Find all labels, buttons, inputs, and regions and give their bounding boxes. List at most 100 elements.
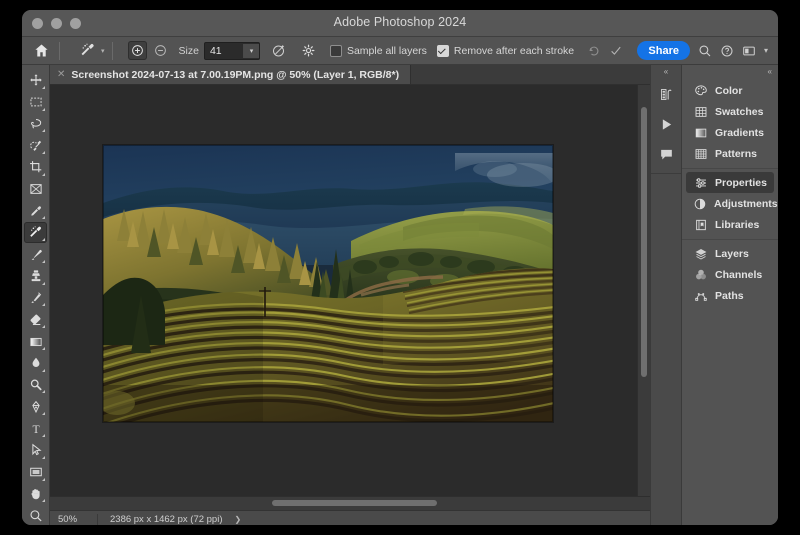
- hand-tool[interactable]: [24, 484, 47, 505]
- divider: [111, 41, 113, 60]
- paths-bezier-icon: [693, 288, 708, 303]
- dock-panel-list: « Color Swatches Gradients Patterns Prop…: [682, 65, 778, 525]
- gear-icon[interactable]: [298, 40, 320, 61]
- spot-healing-brush-tool[interactable]: [24, 222, 47, 244]
- panel-item-adjustments[interactable]: Adjustments: [686, 193, 778, 214]
- panel-item-layers[interactable]: Layers: [686, 243, 774, 264]
- subtract-from-selection-icon[interactable]: [151, 41, 170, 60]
- right-dock: « « Color Swatches Gradients Patterns Pr…: [650, 65, 778, 525]
- landscape-photo: [103, 145, 553, 422]
- panel-group-properties: Properties Adjustments Libraries: [682, 168, 778, 239]
- tab-bar-filler: [411, 65, 650, 84]
- dock-icon-rail: «: [651, 65, 682, 525]
- comments-panel-icon[interactable]: [653, 141, 679, 167]
- panel-item-label: Adjustments: [714, 197, 778, 210]
- title-bar: Adobe Photoshop 2024: [22, 10, 778, 37]
- sample-all-layers-label: Sample all layers: [346, 44, 427, 57]
- horizontal-scrollbar[interactable]: [50, 496, 650, 510]
- size-value: 41: [209, 44, 222, 57]
- eraser-tool[interactable]: [24, 309, 47, 330]
- blur-tool[interactable]: [24, 353, 47, 374]
- document-tab-bar: ✕ Screenshot 2024-07-13 at 7.00.19PM.png…: [50, 65, 650, 85]
- options-bar-right: Share ▾: [637, 41, 768, 60]
- path-selection-tool[interactable]: [24, 440, 47, 461]
- tools-panel: T: [22, 65, 50, 525]
- workspace-switcher-icon[interactable]: [742, 44, 756, 58]
- eyedropper-tool[interactable]: [24, 201, 47, 222]
- size-input[interactable]: 41 ▾: [203, 41, 260, 60]
- crop-tool[interactable]: [24, 157, 47, 178]
- remove-after-each-stroke-checkbox[interactable]: Remove after each stroke: [436, 44, 574, 57]
- dodge-tool[interactable]: [24, 375, 47, 396]
- panel-item-swatches[interactable]: Swatches: [686, 101, 774, 122]
- object-selection-tool[interactable]: [24, 135, 47, 156]
- pen-tool[interactable]: [24, 396, 47, 417]
- share-button[interactable]: Share: [637, 41, 690, 60]
- rectangle-tool[interactable]: [24, 462, 47, 483]
- panel-item-color[interactable]: Color: [686, 80, 774, 101]
- brush-preset-icon[interactable]: [268, 40, 290, 61]
- divider: [59, 41, 60, 60]
- panel-item-patterns[interactable]: Patterns: [686, 143, 774, 164]
- panel-group-layers: Layers Channels Paths: [682, 239, 778, 310]
- double-chevron-left-icon[interactable]: «: [682, 65, 778, 77]
- chevron-down-icon[interactable]: ▾: [101, 47, 105, 55]
- panel-item-label: Properties: [715, 176, 767, 189]
- horizontal-scrollbar-thumb[interactable]: [272, 500, 437, 506]
- color-palette-icon: [693, 83, 708, 98]
- canvas-view[interactable]: [50, 85, 650, 496]
- vertical-scrollbar[interactable]: [637, 85, 650, 496]
- sample-all-layers-checkbox[interactable]: Sample all layers: [329, 44, 427, 57]
- panel-item-label: Channels: [715, 268, 763, 281]
- panel-item-label: Swatches: [715, 105, 764, 118]
- swatches-grid-icon: [693, 104, 708, 119]
- active-tool-preset[interactable]: ▾: [75, 40, 105, 61]
- document-dimensions: 2386 px x 1462 px (72 ppi): [110, 513, 223, 525]
- actions-panel-icon[interactable]: [653, 111, 679, 137]
- document-tab[interactable]: ✕ Screenshot 2024-07-13 at 7.00.19PM.png…: [50, 65, 412, 84]
- history-brush-tool[interactable]: [24, 288, 47, 309]
- histogram-panel-icon[interactable]: [653, 81, 679, 107]
- panel-group-color: Color Swatches Gradients Patterns: [682, 77, 778, 168]
- panel-item-gradients[interactable]: Gradients: [686, 122, 774, 143]
- type-tool[interactable]: T: [24, 418, 47, 439]
- clone-stamp-tool[interactable]: [24, 266, 47, 287]
- workspace: T ✕ Screenshot 2024-07-13 at 7.00.19PM.p…: [22, 65, 778, 525]
- frame-tool[interactable]: [24, 179, 47, 200]
- gradient-square-icon: [693, 125, 708, 140]
- zoom-tool[interactable]: [24, 505, 47, 525]
- blend-mode-toggles: [127, 41, 170, 60]
- panel-item-label: Layers: [715, 247, 749, 260]
- checkbox-box: [436, 44, 449, 57]
- panel-item-paths[interactable]: Paths: [686, 285, 774, 306]
- search-icon[interactable]: [698, 44, 712, 58]
- libraries-book-icon: [693, 217, 708, 232]
- half-circle-icon: [693, 196, 707, 211]
- panel-item-libraries[interactable]: Libraries: [686, 214, 774, 235]
- double-chevron-left-icon[interactable]: «: [664, 65, 668, 77]
- add-to-selection-icon[interactable]: [127, 41, 147, 60]
- close-x-icon[interactable]: ✕: [57, 69, 65, 80]
- brush-tool[interactable]: [24, 244, 47, 265]
- move-tool[interactable]: [24, 70, 47, 91]
- vertical-scrollbar-thumb[interactable]: [641, 107, 647, 377]
- home-icon[interactable]: [30, 40, 52, 61]
- chevron-down-icon[interactable]: ▾: [764, 46, 768, 55]
- checkmark-icon[interactable]: [605, 40, 627, 61]
- rectangular-marquee-tool[interactable]: [24, 92, 47, 113]
- image-canvas[interactable]: [103, 145, 553, 422]
- zoom-level[interactable]: 50%: [50, 514, 97, 525]
- status-bar: 50% 2386 px x 1462 px (72 ppi) ❯: [50, 510, 650, 525]
- gradient-tool[interactable]: [24, 331, 47, 352]
- panel-item-channels[interactable]: Channels: [686, 264, 774, 285]
- panel-item-label: Color: [715, 84, 743, 97]
- channels-venn-icon: [693, 267, 708, 282]
- panel-item-properties[interactable]: Properties: [686, 172, 774, 193]
- chevron-right-icon[interactable]: ❯: [235, 515, 242, 524]
- undo-reset-icon[interactable]: [583, 40, 605, 61]
- lasso-tool[interactable]: [24, 114, 47, 135]
- sliders-icon: [693, 175, 708, 190]
- options-bar: ▾ Size 41 ▾ Sample all layers Remove aft…: [22, 37, 778, 65]
- chevron-down-icon[interactable]: ▾: [242, 43, 259, 58]
- help-circle-icon[interactable]: [720, 44, 734, 58]
